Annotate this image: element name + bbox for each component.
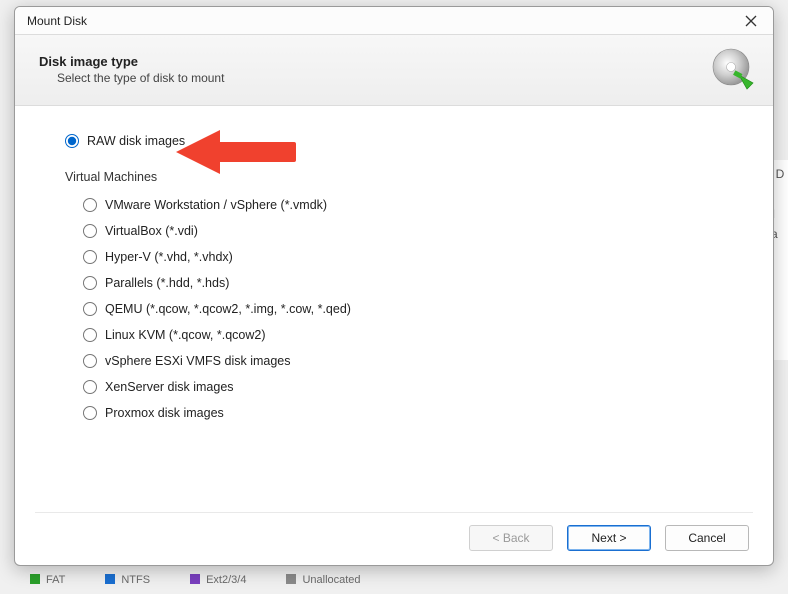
legend-item: Unallocated xyxy=(286,574,360,586)
option-raw[interactable]: RAW disk images xyxy=(65,134,745,148)
header-title: Disk image type xyxy=(39,54,224,69)
legend-item: Ext2/3/4 xyxy=(190,574,246,586)
close-button[interactable] xyxy=(735,9,767,33)
option-linuxkvm[interactable]: Linux KVM (*.qcow, *.qcow2) xyxy=(83,328,745,342)
option-parallels[interactable]: Parallels (*.hdd, *.hds) xyxy=(83,276,745,290)
option-proxmox[interactable]: Proxmox disk images xyxy=(83,406,745,420)
window-title: Mount Disk xyxy=(27,14,87,28)
option-hyperv[interactable]: Hyper-V (*.vhd, *.vhdx) xyxy=(83,250,745,264)
option-label[interactable]: VMware Workstation / vSphere (*.vmdk) xyxy=(105,198,327,212)
bg-legend: FAT NTFS Ext2/3/4 Unallocated xyxy=(30,574,361,586)
back-button: < Back xyxy=(469,525,553,551)
option-label[interactable]: XenServer disk images xyxy=(105,380,234,394)
option-qemu[interactable]: QEMU (*.qcow, *.qcow2, *.img, *.cow, *.q… xyxy=(83,302,745,316)
option-label[interactable]: Proxmox disk images xyxy=(105,406,224,420)
wizard-footer: < Back Next > Cancel xyxy=(35,512,753,565)
mount-disk-dialog: Mount Disk Disk image type Select the ty… xyxy=(14,6,774,566)
radio-esxi[interactable] xyxy=(83,354,97,368)
wizard-content: RAW disk images Virtual Machines VMware … xyxy=(15,106,773,512)
radio-hyperv[interactable] xyxy=(83,250,97,264)
wizard-header: Disk image type Select the type of disk … xyxy=(15,35,773,106)
option-xenserver[interactable]: XenServer disk images xyxy=(83,380,745,394)
option-label[interactable]: vSphere ESXi VMFS disk images xyxy=(105,354,291,368)
vm-group-label: Virtual Machines xyxy=(65,170,745,184)
next-button[interactable]: Next > xyxy=(567,525,651,551)
cancel-button[interactable]: Cancel xyxy=(665,525,749,551)
legend-item: FAT xyxy=(30,574,65,586)
option-vmware[interactable]: VMware Workstation / vSphere (*.vmdk) xyxy=(83,198,745,212)
disk-mount-icon xyxy=(709,45,757,93)
option-label[interactable]: VirtualBox (*.vdi) xyxy=(105,224,198,238)
vm-options-group: VMware Workstation / vSphere (*.vmdk) Vi… xyxy=(83,198,745,420)
option-label[interactable]: Hyper-V (*.vhd, *.vhdx) xyxy=(105,250,233,264)
option-label[interactable]: RAW disk images xyxy=(87,134,185,148)
radio-qemu[interactable] xyxy=(83,302,97,316)
legend-item: NTFS xyxy=(105,574,150,586)
radio-parallels[interactable] xyxy=(83,276,97,290)
close-icon xyxy=(745,15,757,27)
titlebar: Mount Disk xyxy=(15,7,773,35)
radio-xenserver[interactable] xyxy=(83,380,97,394)
radio-virtualbox[interactable] xyxy=(83,224,97,238)
option-label[interactable]: QEMU (*.qcow, *.qcow2, *.img, *.cow, *.q… xyxy=(105,302,351,316)
header-subtitle: Select the type of disk to mount xyxy=(57,71,224,85)
radio-proxmox[interactable] xyxy=(83,406,97,420)
option-label[interactable]: Parallels (*.hdd, *.hds) xyxy=(105,276,229,290)
radio-raw[interactable] xyxy=(65,134,79,148)
option-virtualbox[interactable]: VirtualBox (*.vdi) xyxy=(83,224,745,238)
option-esxi[interactable]: vSphere ESXi VMFS disk images xyxy=(83,354,745,368)
option-label[interactable]: Linux KVM (*.qcow, *.qcow2) xyxy=(105,328,266,342)
radio-vmware[interactable] xyxy=(83,198,97,212)
radio-linuxkvm[interactable] xyxy=(83,328,97,342)
